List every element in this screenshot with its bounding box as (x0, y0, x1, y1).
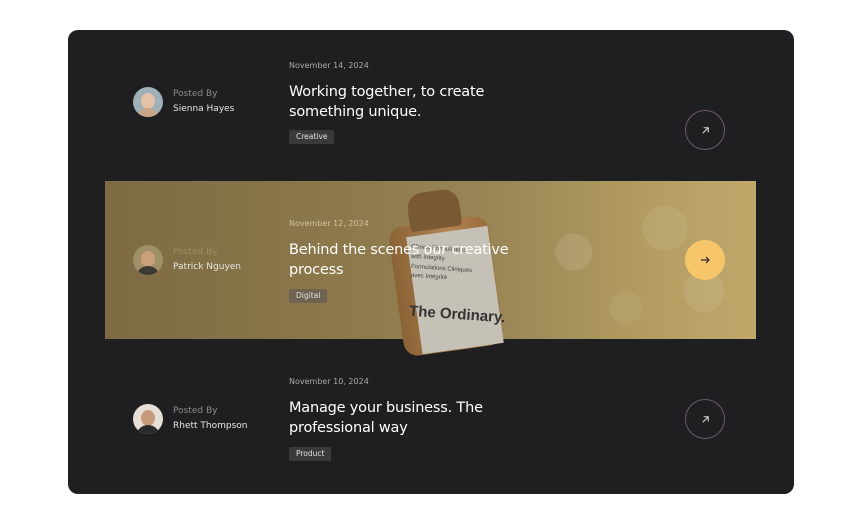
category-tag[interactable]: Creative (289, 130, 335, 144)
posted-by-label: Posted By (173, 406, 218, 416)
read-more-button[interactable] (685, 240, 725, 280)
author-name[interactable]: Sienna Hayes (173, 104, 234, 114)
post-title[interactable]: Manage your business. The professional w… (289, 398, 529, 438)
arrow-up-right-icon (701, 415, 709, 423)
avatar (133, 87, 163, 117)
post-date: November 12, 2024 (289, 219, 369, 228)
read-more-button[interactable] (685, 110, 725, 150)
blog-list-panel: Posted By Sienna Hayes November 14, 2024… (68, 30, 794, 494)
blog-post-row[interactable]: Posted By Sienna Hayes November 14, 2024… (68, 60, 794, 180)
posted-by-label: Posted By (173, 89, 218, 99)
read-more-button[interactable] (685, 399, 725, 439)
category-tag[interactable]: Digital (289, 289, 328, 303)
post-date: November 14, 2024 (289, 61, 369, 70)
category-tag[interactable]: Product (289, 447, 332, 461)
arrow-up-right-icon (701, 126, 709, 134)
posted-by-label: Posted By (173, 247, 218, 257)
avatar (133, 245, 163, 275)
blog-post-row-highlighted[interactable]: Clinical Formulations with Integrity For… (105, 181, 756, 358)
post-title[interactable]: Working together, to create something un… (289, 82, 529, 122)
post-date: November 10, 2024 (289, 377, 369, 386)
blog-post-row[interactable]: Posted By Rhett Thompson November 10, 20… (68, 376, 794, 494)
author-name[interactable]: Rhett Thompson (173, 421, 248, 431)
arrow-right-icon (701, 256, 710, 264)
avatar (133, 404, 163, 434)
author-name[interactable]: Patrick Nguyen (173, 262, 241, 272)
post-title[interactable]: Behind the scenes our creative process (289, 240, 529, 280)
